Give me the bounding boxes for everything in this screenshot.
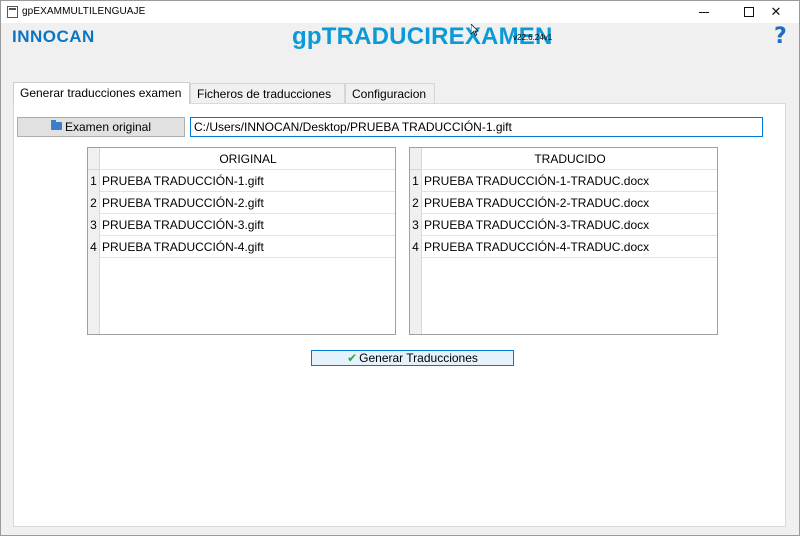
table-row[interactable]: 3 PRUEBA TRADUCCIÓN-3-TRADUC.docx	[410, 214, 717, 236]
translated-column-header[interactable]: TRADUCIDO	[423, 148, 717, 170]
examen-original-label: Examen original	[64, 120, 152, 134]
file-path-input[interactable]	[190, 117, 763, 137]
original-file-cell[interactable]: PRUEBA TRADUCCIÓN-3.gift	[102, 214, 264, 236]
row-number: 1	[410, 170, 422, 192]
table-row[interactable]: 4 PRUEBA TRADUCCIÓN-4-TRADUC.docx	[410, 236, 717, 258]
header: INNOCAN gpTRADUCIREXAMEN v22.6.24v1 ?	[1, 23, 799, 79]
row-number: 4	[88, 236, 100, 258]
row-number: 1	[88, 170, 100, 192]
original-table: ORIGINAL 1 PRUEBA TRADUCCIÓN-1.gift 2 PR…	[87, 147, 396, 335]
translated-file-cell[interactable]: PRUEBA TRADUCCIÓN-1-TRADUC.docx	[424, 170, 649, 192]
app-icon	[7, 6, 18, 18]
original-file-cell[interactable]: PRUEBA TRADUCCIÓN-2.gift	[102, 192, 264, 214]
original-file-cell[interactable]: PRUEBA TRADUCCIÓN-1.gift	[102, 170, 264, 192]
translated-file-cell[interactable]: PRUEBA TRADUCCIÓN-4-TRADUC.docx	[424, 236, 649, 258]
row-number: 2	[410, 192, 422, 214]
generar-traducciones-button[interactable]: ✔ Generar Traducciones	[311, 350, 514, 366]
tab-ficheros-de-traducciones[interactable]: Ficheros de traducciones	[190, 83, 345, 103]
generar-traducciones-label: Generar Traducciones	[359, 351, 478, 365]
table-corner	[88, 148, 100, 170]
examen-original-button[interactable]: Examen original	[17, 117, 185, 137]
row-number: 3	[88, 214, 100, 236]
table-row[interactable]: 4 PRUEBA TRADUCCIÓN-4.gift	[88, 236, 395, 258]
table-row[interactable]: 1 PRUEBA TRADUCCIÓN-1.gift	[88, 170, 395, 192]
table-row[interactable]: 3 PRUEBA TRADUCCIÓN-3.gift	[88, 214, 395, 236]
table-corner	[410, 148, 422, 170]
title-bar[interactable]: gpEXAMMULTILENGUAJE ✕	[1, 1, 799, 23]
check-icon: ✔	[347, 351, 358, 365]
row-number: 2	[88, 192, 100, 214]
translated-table: TRADUCIDO 1 PRUEBA TRADUCCIÓN-1-TRADUC.d…	[409, 147, 718, 335]
translated-file-cell[interactable]: PRUEBA TRADUCCIÓN-2-TRADUC.docx	[424, 192, 649, 214]
help-icon[interactable]: ?	[774, 26, 790, 48]
folder-icon	[50, 120, 62, 130]
window-title: gpEXAMMULTILENGUAJE	[22, 6, 146, 17]
close-icon: ✕	[770, 4, 782, 20]
row-number: 3	[410, 214, 422, 236]
original-file-cell[interactable]: PRUEBA TRADUCCIÓN-4.gift	[102, 236, 264, 258]
tab-generar-traducciones[interactable]: Generar traducciones examen	[13, 82, 190, 104]
tab-configuracion[interactable]: Configuracion	[345, 83, 435, 103]
minimize-button[interactable]	[681, 1, 727, 23]
close-button[interactable]: ✕	[753, 1, 799, 23]
table-row[interactable]: 2 PRUEBA TRADUCCIÓN-2.gift	[88, 192, 395, 214]
mouse-cursor-icon	[471, 24, 479, 36]
table-row[interactable]: 2 PRUEBA TRADUCCIÓN-2-TRADUC.docx	[410, 192, 717, 214]
original-column-header[interactable]: ORIGINAL	[101, 148, 395, 170]
minimize-icon	[699, 11, 709, 13]
innocan-logo: INNOCAN	[12, 27, 95, 46]
table-row[interactable]: 1 PRUEBA TRADUCCIÓN-1-TRADUC.docx	[410, 170, 717, 192]
row-number: 4	[410, 236, 422, 258]
translated-file-cell[interactable]: PRUEBA TRADUCCIÓN-3-TRADUC.docx	[424, 214, 649, 236]
app-version: v22.6.24v1	[513, 33, 553, 42]
app-window: gpEXAMMULTILENGUAJE ✕ INNOCAN gpTRADUCIR…	[0, 0, 800, 536]
